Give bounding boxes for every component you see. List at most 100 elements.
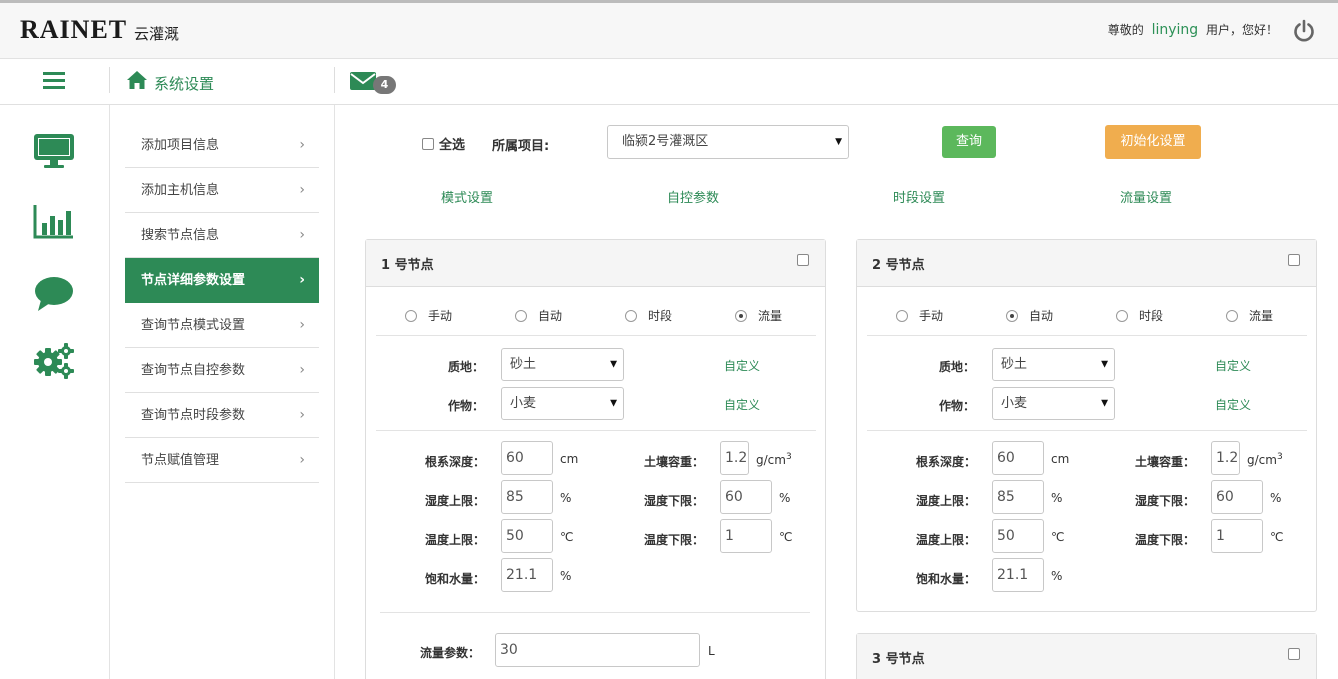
crop-select[interactable]: 小麦 ▼ xyxy=(992,387,1115,420)
greeting-suffix: 用户，您好！ xyxy=(1205,23,1278,37)
menu-item-add-project[interactable]: 添加项目信息 › xyxy=(125,123,319,168)
node-select-checkbox[interactable] xyxy=(1288,648,1300,660)
menu-toggle-icon[interactable] xyxy=(43,72,65,90)
node-select-checkbox[interactable] xyxy=(797,254,809,266)
root-depth-input[interactable]: 60 xyxy=(501,441,553,475)
humidity-lower-input[interactable]: 60 xyxy=(1211,480,1263,514)
app-logo-subtitle: 云灌溉 xyxy=(134,25,180,43)
bulk-density-label: 土壤容重： xyxy=(644,455,705,469)
bulk-density-label: 土壤容重： xyxy=(1135,455,1196,469)
select-all[interactable]: 全选 xyxy=(422,134,465,153)
radio-dot[interactable] xyxy=(405,309,417,322)
unit-cm: cm xyxy=(560,452,579,466)
mode-label: 手动 xyxy=(428,309,453,323)
temp-lower-label: 温度下限： xyxy=(1135,533,1196,547)
tab-schedule-settings[interactable]: 时段设置 xyxy=(893,187,945,206)
menu-item-label: 节点详细参数设置 xyxy=(141,273,246,288)
chat-bubble-icon[interactable] xyxy=(33,275,75,313)
temp-upper-input[interactable]: 50 xyxy=(501,519,553,553)
mode-radio-manual[interactable]: 手动 xyxy=(405,307,452,324)
root-depth-input[interactable]: 60 xyxy=(992,441,1044,475)
crop-custom-link[interactable]: 自定义 xyxy=(724,396,760,413)
bulk-density-input[interactable]: 1.2 xyxy=(720,441,749,475)
mode-radio-schedule[interactable]: 时段 xyxy=(1116,307,1163,324)
radio-dot[interactable] xyxy=(1116,309,1128,322)
unit-percent: % xyxy=(1270,491,1282,505)
power-icon[interactable] xyxy=(1292,19,1316,43)
crop-custom-link[interactable]: 自定义 xyxy=(1215,396,1251,413)
radio-dot[interactable] xyxy=(625,309,637,322)
dropdown-arrow-icon: ▼ xyxy=(1101,398,1108,408)
node-select-checkbox[interactable] xyxy=(1288,254,1300,266)
radio-dot-selected[interactable] xyxy=(1006,309,1018,322)
menu-item-search-node[interactable]: 搜索节点信息 › xyxy=(125,213,319,258)
breadcrumb-title[interactable]: 系统设置 xyxy=(154,73,214,94)
menu-item-node-assignment[interactable]: 节点赋值管理 › xyxy=(125,438,319,483)
chevron-right-icon: › xyxy=(299,182,305,198)
unit-celsius: ℃ xyxy=(779,530,793,544)
greeting-prefix: 尊敬的 xyxy=(1107,23,1144,37)
mode-radio-flow[interactable]: 流量 xyxy=(735,307,782,324)
mail-icon[interactable] xyxy=(350,71,376,91)
init-settings-button[interactable]: 初始化设置 xyxy=(1105,125,1201,159)
menu-item-query-node-mode[interactable]: 查询节点模式设置 › xyxy=(125,303,319,348)
crop-select[interactable]: 小麦 ▼ xyxy=(501,387,624,420)
user-greeting: 尊敬的 linying 用户，您好！ xyxy=(1108,21,1278,38)
menu-item-label: 查询节点时段参数 xyxy=(141,408,246,423)
radio-dot[interactable] xyxy=(896,309,908,322)
project-select[interactable]: 临颍2号灌溉区 ▼ xyxy=(607,125,849,159)
dropdown-arrow-icon: ▼ xyxy=(610,359,617,369)
query-button[interactable]: 查询 xyxy=(942,126,996,158)
menu-item-node-detail-params[interactable]: 节点详细参数设置 › xyxy=(125,258,319,303)
soil-select[interactable]: 砂土 ▼ xyxy=(501,348,624,381)
top-header: RAINET 云灌溉 尊敬的 linying 用户，您好！ xyxy=(0,0,1338,59)
gears-icon[interactable] xyxy=(33,342,75,380)
mode-radio-flow[interactable]: 流量 xyxy=(1226,307,1273,324)
temp-lower-label: 温度下限： xyxy=(644,533,705,547)
monitor-icon[interactable] xyxy=(33,132,75,170)
soil-custom-link[interactable]: 自定义 xyxy=(1215,357,1251,374)
mode-radio-auto[interactable]: 自动 xyxy=(515,307,562,324)
humidity-upper-input[interactable]: 85 xyxy=(501,480,553,514)
radio-dot[interactable] xyxy=(1226,309,1238,322)
humidity-lower-input[interactable]: 60 xyxy=(720,480,772,514)
flow-param-input[interactable]: 30 xyxy=(495,633,700,667)
mode-label: 自动 xyxy=(538,309,563,323)
username-link[interactable]: linying xyxy=(1152,22,1199,38)
crop-label: 作物： xyxy=(939,399,976,413)
radio-dot[interactable] xyxy=(515,309,527,322)
unit-celsius: ℃ xyxy=(560,530,574,544)
home-icon[interactable] xyxy=(126,70,148,90)
radio-dot-selected[interactable] xyxy=(735,309,747,322)
tab-autocontrol-params[interactable]: 自控参数 xyxy=(667,187,719,206)
tab-flow-settings[interactable]: 流量设置 xyxy=(1120,187,1172,206)
select-all-checkbox[interactable] xyxy=(422,137,434,150)
dropdown-arrow-icon: ▼ xyxy=(835,137,842,147)
node-panel-header: 3 号节点 xyxy=(857,634,1316,679)
temp-upper-input[interactable]: 50 xyxy=(992,519,1044,553)
bar-chart-icon[interactable] xyxy=(33,203,75,241)
temp-lower-input[interactable]: 1 xyxy=(1211,519,1263,553)
mode-label: 流量 xyxy=(758,309,783,323)
soil-select[interactable]: 砂土 ▼ xyxy=(992,348,1115,381)
mode-radio-auto[interactable]: 自动 xyxy=(1006,307,1053,324)
unit-density: g/cm3 xyxy=(756,452,792,467)
temp-lower-input[interactable]: 1 xyxy=(720,519,772,553)
menu-item-query-node-autocontrol[interactable]: 查询节点自控参数 › xyxy=(125,348,319,393)
chevron-right-icon: › xyxy=(299,137,305,153)
humidity-upper-label: 湿度上限： xyxy=(425,494,486,508)
crop-select-value: 小麦 xyxy=(510,396,537,411)
menu-item-label: 搜索节点信息 xyxy=(141,228,220,243)
divider xyxy=(380,612,810,613)
soil-custom-link[interactable]: 自定义 xyxy=(724,357,760,374)
chevron-right-icon: › xyxy=(299,227,305,243)
mode-radio-schedule[interactable]: 时段 xyxy=(625,307,672,324)
menu-item-add-host[interactable]: 添加主机信息 › xyxy=(125,168,319,213)
saturation-input[interactable]: 21.1 xyxy=(992,558,1044,592)
menu-item-query-node-schedule[interactable]: 查询节点时段参数 › xyxy=(125,393,319,438)
tab-mode-settings[interactable]: 模式设置 xyxy=(441,187,493,206)
bulk-density-input[interactable]: 1.2 xyxy=(1211,441,1240,475)
saturation-input[interactable]: 21.1 xyxy=(501,558,553,592)
humidity-upper-input[interactable]: 85 xyxy=(992,480,1044,514)
mode-radio-manual[interactable]: 手动 xyxy=(896,307,943,324)
